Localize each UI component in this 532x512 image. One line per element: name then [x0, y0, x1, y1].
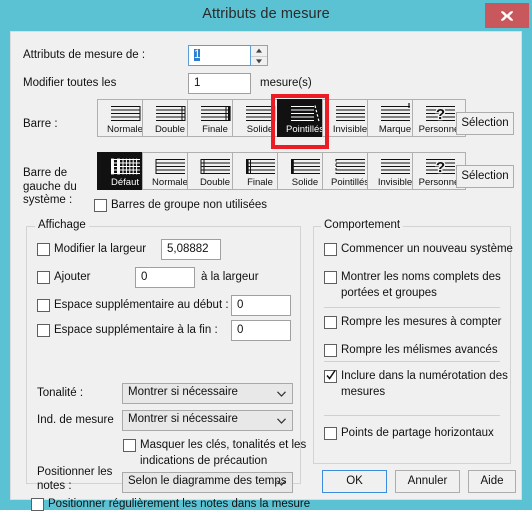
positionner-notes-value: Selon le diagramme des temps	[128, 475, 287, 487]
checkbox-box	[324, 316, 337, 329]
comportement-checkbox-label: Commencer un nouveau système	[341, 243, 513, 255]
spinner-up-button[interactable]	[251, 46, 267, 56]
title-bar: Attributs de mesure	[0, 0, 532, 32]
tonalite-select[interactable]: Montrer si nécessaire	[122, 383, 293, 404]
measure-from-value: 1	[194, 49, 201, 61]
measures-suffix-label: mesure(s)	[260, 77, 312, 89]
barre-gauche-label-line1: Barre de	[23, 167, 68, 179]
checkbox-box	[123, 439, 136, 452]
ind-mesure-label: Ind. de mesure	[37, 414, 114, 426]
positionner-notes-label: Positionner les notes :	[37, 466, 112, 493]
comportement-checkbox-label: Points de partage horizontaux	[341, 427, 494, 439]
comportement-checkbox-label: Rompre les mélismes avancés	[341, 344, 498, 356]
barre-gauche-label: Barre de gauche du système :	[23, 167, 77, 208]
checkbox-box	[324, 344, 337, 357]
unused-group-bars-label: Barres de groupe non utilisées	[111, 199, 267, 211]
measure-from-spinner[interactable]	[251, 45, 268, 66]
ind-mesure-select[interactable]: Montrer si nécessaire	[122, 410, 293, 431]
positionner-notes-label-line1: Positionner les	[37, 466, 113, 478]
change-all-label: Modifier toutes les	[23, 77, 117, 89]
close-icon	[501, 11, 513, 21]
window-title: Attributs de mesure	[202, 6, 330, 22]
add-width-suffix-label: à la largeur	[201, 271, 259, 283]
checkbox-box	[94, 199, 107, 212]
barre-label: Barre :	[23, 118, 58, 130]
extra-space-end-label: Espace supplémentaire à la fin :	[54, 324, 218, 336]
hide-keys-label: Masquer les clés, tonalités et les indic…	[140, 439, 307, 467]
chevron-down-icon	[277, 391, 286, 397]
add-width-label: Ajouter	[54, 271, 91, 283]
checkbox-box	[37, 243, 50, 256]
tonalite-label: Tonalité :	[37, 387, 84, 399]
positionner-notes-select[interactable]: Selon le diagramme des temps	[122, 472, 293, 493]
barre-gauche-label-line3: système :	[23, 194, 73, 206]
caret-up-icon	[256, 48, 262, 53]
dialog-client-area: Attributs de mesure de : 1 Modifier tout…	[10, 31, 522, 511]
checkbox-box	[324, 427, 337, 440]
caret-down-icon	[256, 59, 262, 64]
measure-from-input[interactable]: 1	[188, 45, 251, 66]
comportement-group-title: Comportement	[321, 219, 404, 231]
tonalite-value: Montrer si nécessaire	[128, 386, 238, 398]
checkbox-box	[324, 243, 337, 256]
chevron-down-icon	[277, 480, 286, 486]
close-button[interactable]	[485, 3, 529, 28]
cancel-button[interactable]: Annuler	[395, 470, 460, 493]
checkbox-box	[31, 498, 44, 511]
svg-text:?: ?	[436, 106, 445, 123]
affichage-group-title: Affichage	[35, 219, 89, 231]
help-button[interactable]: Aide	[468, 470, 516, 493]
change-all-input[interactable]: 1	[188, 73, 251, 94]
check-icon	[326, 369, 336, 380]
comportement-checkbox-label: Rompre les mesures à compter	[341, 316, 502, 328]
checkbox-box	[37, 271, 50, 284]
comportement-checkbox-label: Inclure dans la numérotation des mesures	[341, 370, 508, 398]
svg-text:?: ?	[436, 159, 445, 176]
checkbox-box	[324, 271, 337, 284]
extra-space-start-input[interactable]: 0	[231, 295, 291, 316]
barre-gauche-label-line2: gauche du	[23, 180, 77, 193]
checkbox-box	[37, 324, 50, 337]
spinner-down-button[interactable]	[251, 55, 267, 67]
measure-from-label: Attributs de mesure de :	[23, 49, 146, 61]
extra-space-end-input[interactable]: 0	[231, 320, 291, 341]
checkbox-box	[37, 299, 50, 312]
modify-width-input[interactable]: 5,08882	[161, 239, 221, 260]
barre-gauche-selection-button[interactable]: Sélection	[456, 165, 514, 188]
dialog-window: Attributs de mesure Attributs de mesure …	[0, 0, 532, 511]
divider-2	[324, 361, 500, 362]
comportement-checkbox-label: Montrer les noms complets des portées et…	[341, 271, 501, 299]
divider-3	[324, 415, 500, 416]
chevron-down-icon	[277, 418, 286, 424]
positionner-notes-label-line2: notes :	[37, 479, 72, 492]
extra-space-start-label: Espace supplémentaire au début :	[54, 299, 229, 311]
ind-mesure-value: Montrer si nécessaire	[128, 413, 238, 425]
barre-selection-button[interactable]: Sélection	[456, 112, 514, 135]
modify-width-label: Modifier la largeur	[54, 243, 147, 255]
ok-button[interactable]: OK	[322, 470, 387, 493]
add-width-input[interactable]: 0	[135, 267, 195, 288]
divider-1	[324, 307, 500, 308]
